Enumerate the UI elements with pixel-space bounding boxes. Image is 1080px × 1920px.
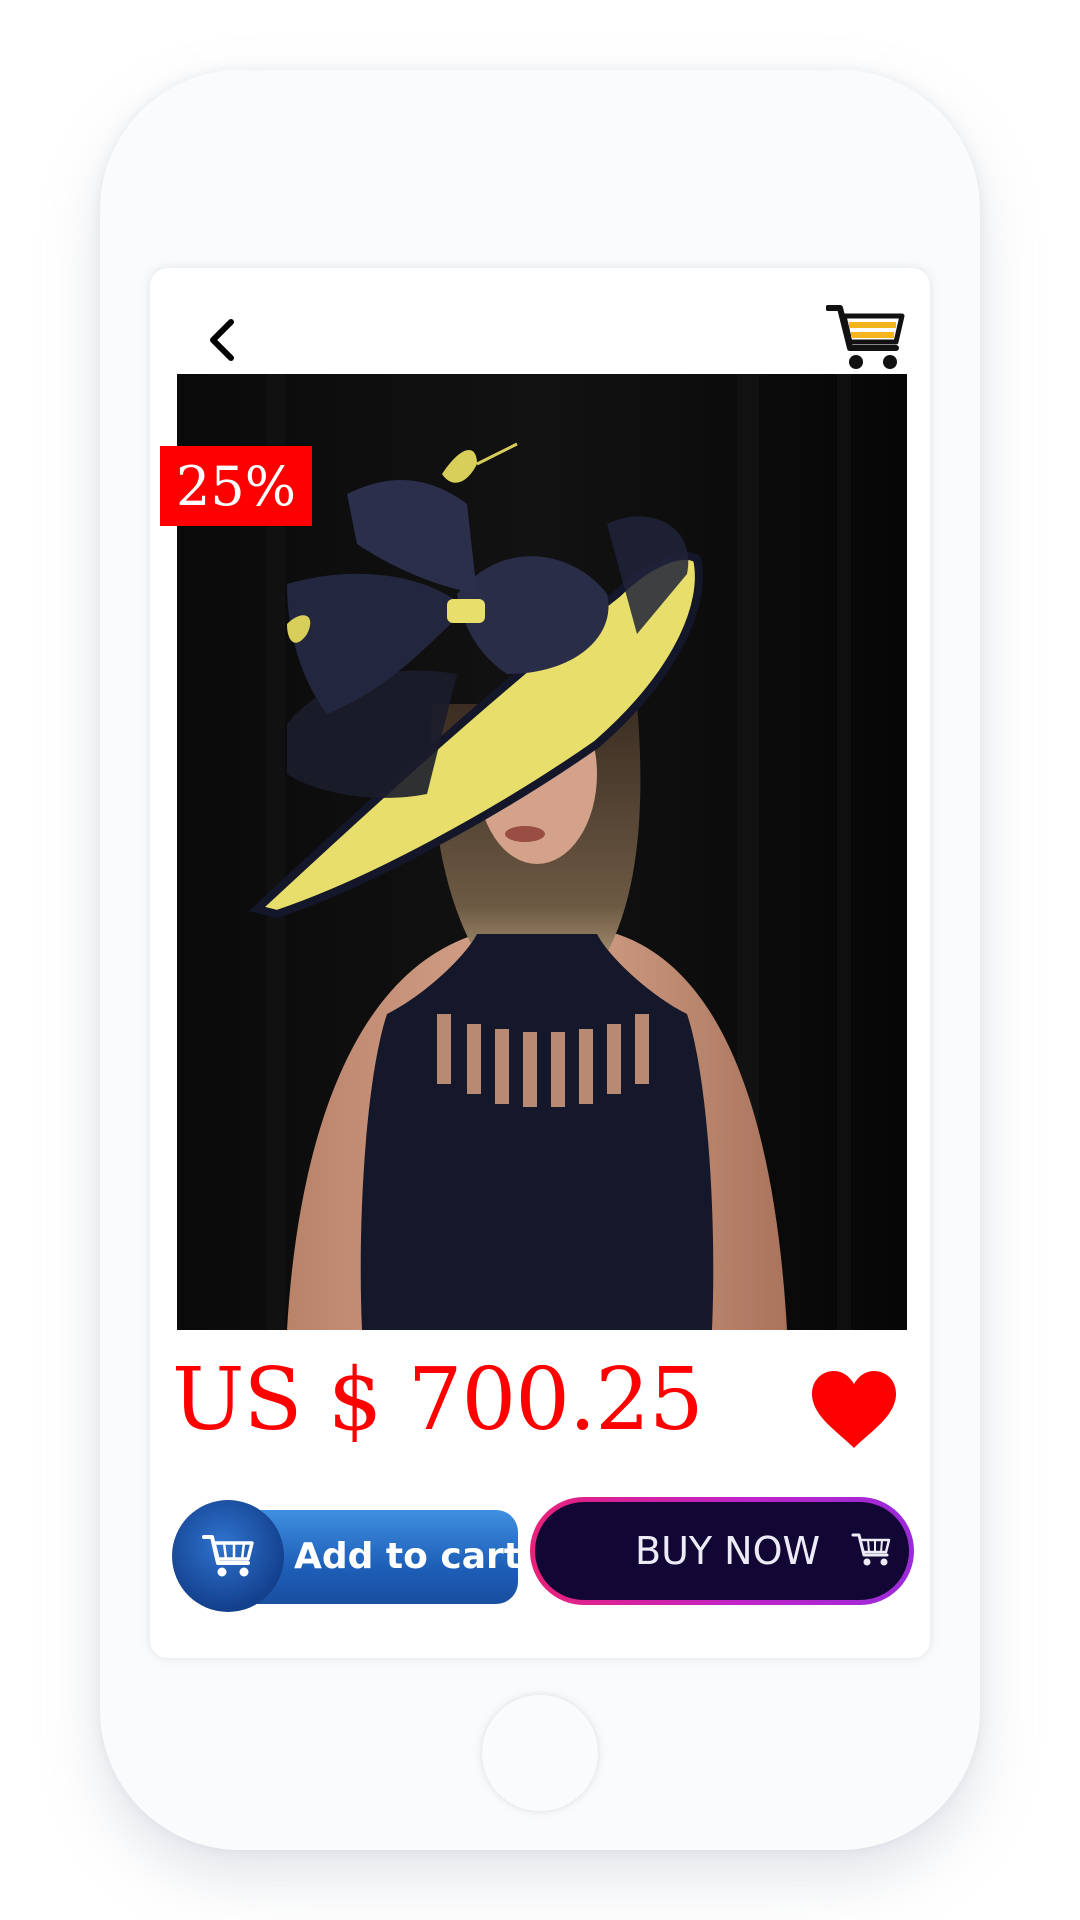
product-price: US $ 700.25 [172,1350,704,1450]
buy-now-label: BUY NOW [635,1529,821,1573]
cart-button[interactable] [825,302,906,374]
buy-now-inner: BUY NOW [535,1502,909,1600]
heart-icon [812,1371,896,1448]
cart-icon [202,1535,254,1577]
add-to-cart-icon-circle [172,1500,284,1612]
discount-badge: 25% [160,446,312,526]
favorite-button[interactable] [808,1368,900,1452]
cart-icon [851,1533,891,1566]
back-button[interactable] [200,312,244,368]
app-canvas: 25% US $ 700.25 Add to cart BUY NOW [0,0,1080,1920]
shopping-cart-icon [825,305,905,369]
buy-now-button[interactable]: BUY NOW [530,1497,914,1605]
add-to-cart-button[interactable]: Add to cart [172,1500,522,1612]
chevron-left-icon [210,319,234,361]
home-button[interactable] [482,1695,598,1811]
add-to-cart-label: Add to cart [294,1535,522,1577]
